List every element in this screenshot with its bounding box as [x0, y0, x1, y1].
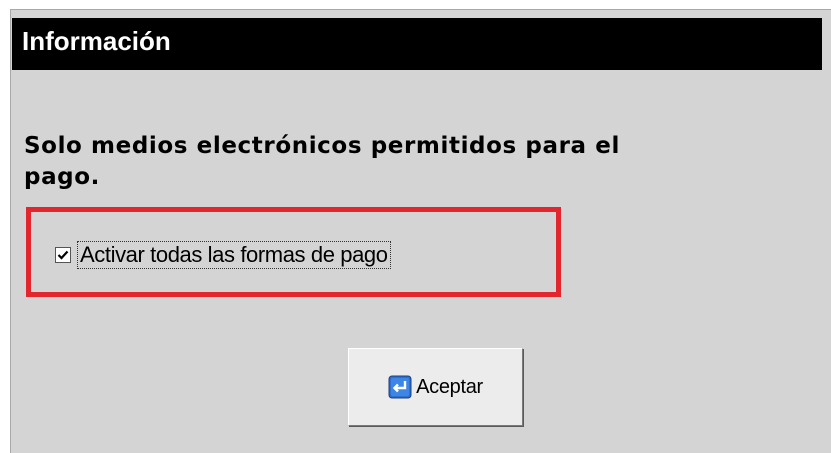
dialog-title: Información: [22, 26, 171, 56]
checkmark-icon: [57, 250, 69, 260]
activate-all-payments-row[interactable]: Activar todas las formas de pago: [55, 241, 391, 269]
dialog-titlebar: Información: [12, 18, 822, 70]
accept-button[interactable]: Aceptar: [348, 348, 523, 426]
enter-icon: [388, 375, 412, 399]
dialog-message: Solo medios electrónicos permitidos para…: [24, 133, 620, 190]
activate-all-payments-checkbox[interactable]: [55, 247, 71, 263]
activate-all-payments-label[interactable]: Activar todas las formas de pago: [77, 241, 391, 269]
accept-button-label: Aceptar: [416, 375, 483, 398]
